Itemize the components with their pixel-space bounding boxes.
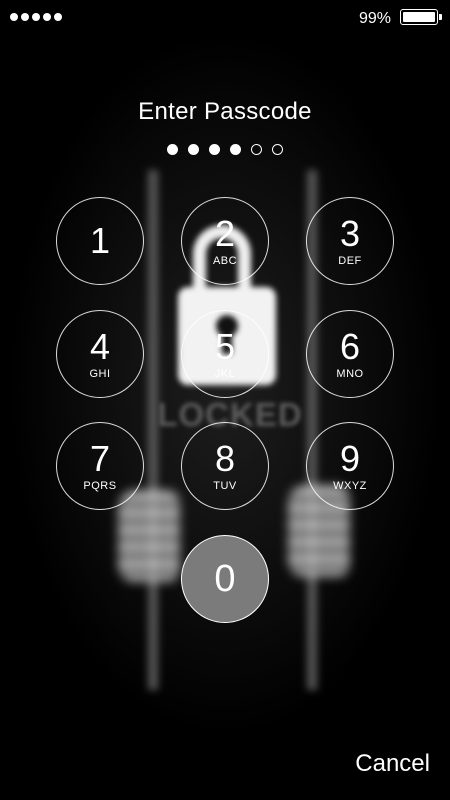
key-letters: DEF	[338, 255, 362, 267]
keypad-button-7[interactable]: 7 PQRS	[56, 422, 144, 510]
keypad-button-3[interactable]: 3 DEF	[306, 197, 394, 285]
cancel-button[interactable]: Cancel	[355, 750, 430, 778]
key-digit: 9	[339, 438, 361, 479]
key-digit: 8	[214, 438, 236, 479]
battery-icon	[400, 9, 442, 25]
signal-dot	[10, 13, 18, 21]
page-title: Enter Passcode	[138, 98, 312, 125]
key-letters: JKL	[214, 368, 236, 380]
passcode-dot-filled	[230, 144, 241, 155]
key-digit: 2	[214, 213, 236, 254]
keypad-button-4[interactable]: 4 GHI	[56, 310, 144, 398]
signal-dot	[43, 13, 51, 21]
keypad-button-2[interactable]: 2 ABC	[181, 197, 269, 285]
battery-level-fill	[403, 12, 435, 22]
key-digit: 4	[89, 326, 111, 367]
key-letters: GHI	[89, 368, 111, 380]
key-digit: 0	[214, 558, 236, 600]
hand-left	[118, 490, 180, 582]
keypad-button-0[interactable]: 0	[181, 535, 269, 623]
passcode-dot-empty	[251, 144, 262, 155]
passcode-indicator	[0, 144, 450, 155]
keypad-button-6[interactable]: 6 MNO	[306, 310, 394, 398]
key-digit: 1	[89, 220, 111, 261]
keypad-button-1[interactable]: 1	[56, 197, 144, 285]
key-letters: ABC	[212, 255, 238, 267]
signal-dot	[32, 13, 40, 21]
passcode-dot-empty	[272, 144, 283, 155]
key-digit: 5	[214, 326, 236, 367]
key-digit: 3	[339, 213, 361, 254]
key-letters: WXYZ	[333, 480, 367, 492]
passcode-dot-filled	[209, 144, 220, 155]
key-digit: 7	[89, 438, 111, 479]
keypad-button-8[interactable]: 8 TUV	[181, 422, 269, 510]
keypad-button-5[interactable]: 5 JKL	[181, 310, 269, 398]
battery-percentage: 99%	[359, 10, 392, 27]
key-letters: TUV	[213, 480, 237, 492]
passcode-dot-filled	[167, 144, 178, 155]
signal-dot	[21, 13, 29, 21]
key-letters: MNO	[336, 368, 364, 380]
status-bar: 99%	[0, 0, 450, 36]
signal-dot	[54, 13, 62, 21]
key-letters: PQRS	[83, 480, 117, 492]
signal-strength-icon	[10, 13, 62, 21]
key-digit: 6	[339, 326, 361, 367]
passcode-dot-filled	[188, 144, 199, 155]
keypad-button-9[interactable]: 9 WXYZ	[306, 422, 394, 510]
